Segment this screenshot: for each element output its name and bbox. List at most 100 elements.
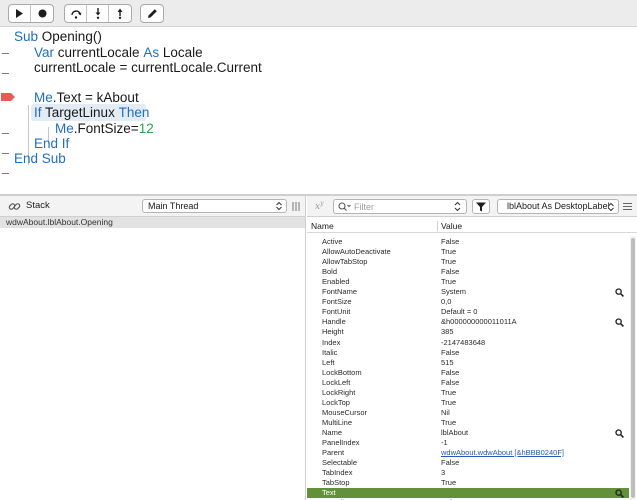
variable-value: False xyxy=(441,367,460,377)
variable-row[interactable]: AllowAutoDeactivate True xyxy=(307,247,629,257)
run-button[interactable] xyxy=(9,5,31,22)
variable-row[interactable]: Parent wdwAbout.wdwAbout [&hBBB0240F] xyxy=(307,448,629,458)
record-icon xyxy=(38,9,46,18)
variable-name: FontSize xyxy=(322,297,352,307)
variable-name: Active xyxy=(322,237,343,246)
link-icon xyxy=(8,203,21,210)
variable-row[interactable]: LockLeft False xyxy=(307,378,629,388)
variable-row[interactable]: Text xyxy=(307,488,629,499)
variable-row[interactable]: Bold False xyxy=(307,267,629,277)
variable-name: Bold xyxy=(322,267,338,277)
stack-frame-row[interactable]: wdwAbout.lblAbout.Opening xyxy=(0,217,305,228)
variable-name: Handle xyxy=(322,317,346,327)
variables-column-header: Name Value xyxy=(307,219,637,233)
object-select[interactable]: lblAbout As DesktopLabel xyxy=(497,199,619,214)
debugger-toolbar xyxy=(0,0,637,27)
variable-row[interactable]: PanelIndex -1 xyxy=(307,438,629,448)
variable-row[interactable]: Active False xyxy=(307,237,629,247)
variable-row[interactable]: MouseCursor Nil xyxy=(307,408,629,418)
variable-name: FontName xyxy=(322,287,358,297)
variable-row[interactable]: Name lblAbout xyxy=(307,428,629,438)
filter-field[interactable]: Filter xyxy=(333,199,467,214)
variable-value: True xyxy=(441,387,457,397)
edit-button[interactable] xyxy=(141,5,163,22)
variable-row[interactable]: FontUnit Default = 0 xyxy=(307,307,629,317)
thread-select[interactable]: Main Thread xyxy=(142,199,287,213)
filter-stepper-icon[interactable] xyxy=(452,199,463,214)
stack-header: Stack Main Thread xyxy=(0,196,305,217)
variable-value: False xyxy=(441,237,460,246)
edit-control-group xyxy=(140,4,164,23)
xy-variable-icon: xy xyxy=(315,200,324,212)
variable-row[interactable]: LockTop True xyxy=(307,398,629,408)
variable-value: True xyxy=(441,417,457,427)
variables-scrollbar[interactable] xyxy=(630,236,636,500)
step-into-button[interactable] xyxy=(87,5,109,22)
step-control-group xyxy=(64,4,132,23)
variable-value: False xyxy=(441,267,460,277)
variable-name: Selectable xyxy=(322,458,358,468)
variable-name: Name xyxy=(322,427,343,437)
filter-placeholder: Filter xyxy=(354,202,374,212)
variable-row[interactable]: Left 515 xyxy=(307,358,629,368)
variable-row[interactable]: Handle &h000000000011011A xyxy=(307,317,629,328)
filter-toggle-button[interactable] xyxy=(472,199,490,214)
variable-value: True xyxy=(441,257,457,267)
column-separator[interactable] xyxy=(437,221,438,231)
code-editor[interactable]: Sub Opening() Var currentLocale As Local… xyxy=(0,27,637,194)
scrollbar-thumb[interactable] xyxy=(631,238,635,498)
variable-row[interactable]: Enabled True xyxy=(307,277,629,287)
search-icon xyxy=(338,202,351,211)
play-icon xyxy=(16,9,23,18)
variable-name: LockRight xyxy=(322,387,356,397)
magnifier-icon[interactable] xyxy=(615,288,624,298)
variable-value: 385 xyxy=(441,327,454,337)
name-column-header[interactable]: Name xyxy=(311,219,334,233)
variable-value-link[interactable]: wdwAbout.wdwAbout [&hBBB0240F] xyxy=(441,448,564,458)
magnifier-icon[interactable] xyxy=(615,318,624,328)
magnifier-icon[interactable] xyxy=(615,489,624,499)
variable-value: False xyxy=(441,347,460,357)
variable-value: Default = 0 xyxy=(441,307,478,317)
columns-icon[interactable] xyxy=(292,202,300,211)
variables-panel: xy Filter lblAbout As DesktopLabel Name … xyxy=(307,196,637,500)
value-column-header[interactable]: Value xyxy=(441,219,462,233)
variable-name: Height xyxy=(322,327,344,337)
variable-name: MouseCursor xyxy=(322,407,368,417)
pause-button[interactable] xyxy=(31,5,53,22)
stack-title: Stack xyxy=(26,200,50,211)
variable-row[interactable]: TabStop True xyxy=(307,478,629,488)
variable-value: False xyxy=(441,377,460,387)
updown-chevron-icon xyxy=(608,202,614,212)
step-into-icon xyxy=(95,8,100,19)
magnifier-icon[interactable] xyxy=(615,429,624,438)
variable-name: Parent xyxy=(322,448,345,458)
variable-name: LockBottom xyxy=(322,367,362,377)
variable-name: LockTop xyxy=(322,397,350,407)
variable-row[interactable]: FontSize 0,0 xyxy=(307,297,629,307)
stack-panel: Stack Main Thread wdwAbout.lblAbout.Open… xyxy=(0,196,306,500)
variable-value: True xyxy=(441,247,457,257)
variable-value: True xyxy=(441,397,457,407)
variable-row[interactable]: Selectable False xyxy=(307,458,629,468)
code-line-8: End Sub xyxy=(14,151,66,166)
variable-row[interactable]: Italic False xyxy=(307,348,629,358)
variable-row[interactable]: Index -2147483648 xyxy=(307,338,629,348)
variable-row[interactable]: FontName System xyxy=(307,287,629,298)
menu-icon[interactable] xyxy=(623,203,632,210)
variable-value: 515 xyxy=(441,357,454,367)
code-line-3: currentLocale = currentLocale.Current xyxy=(34,60,262,75)
variable-row[interactable]: LockRight True xyxy=(307,388,629,398)
run-control-group xyxy=(8,4,54,23)
variable-row[interactable]: LockBottom False xyxy=(307,368,629,378)
variable-name: Index xyxy=(322,337,341,347)
variable-name: MultiLine xyxy=(322,417,353,427)
variable-row[interactable]: MultiLine True xyxy=(307,418,629,428)
variable-row[interactable]: AllowTabStop True xyxy=(307,257,629,267)
variable-row[interactable]: Height 385 xyxy=(307,327,629,337)
variable-row[interactable]: TabIndex 3 xyxy=(307,468,629,478)
step-out-button[interactable] xyxy=(109,5,131,22)
updown-chevron-icon xyxy=(276,201,282,211)
variable-name: TabIndex xyxy=(322,468,353,478)
step-over-button[interactable] xyxy=(65,5,87,22)
